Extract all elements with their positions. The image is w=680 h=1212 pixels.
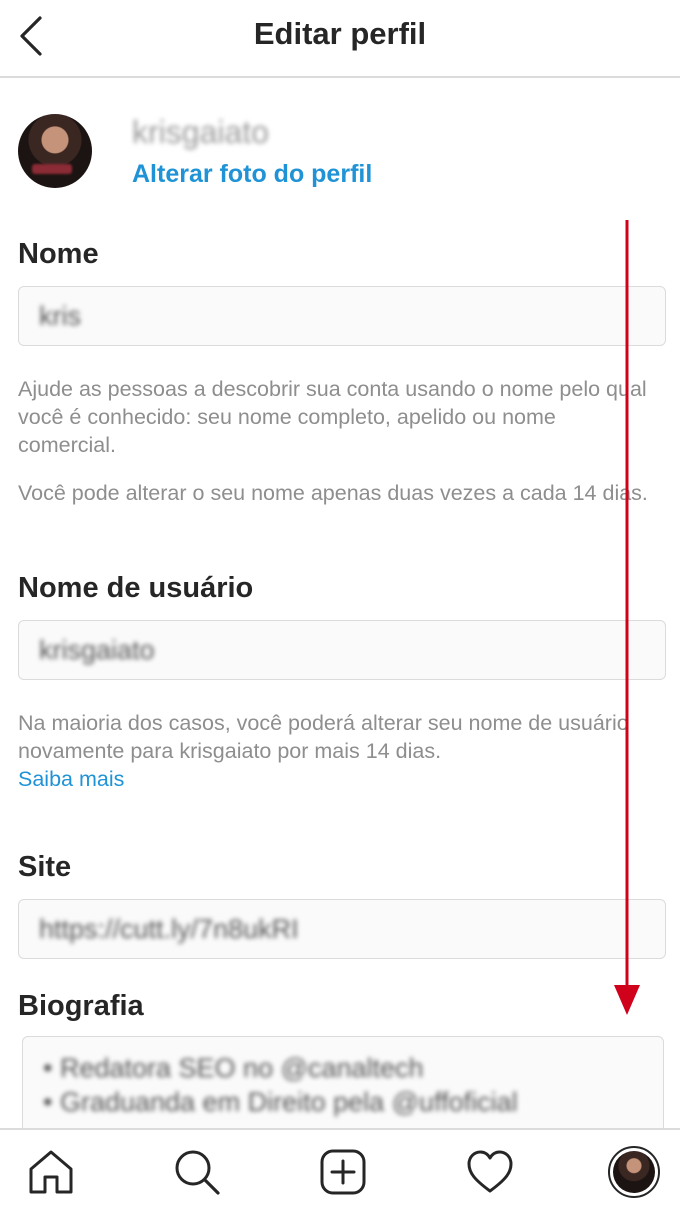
- username-field[interactable]: krisgaiato: [18, 620, 666, 680]
- profile-avatar-image: [613, 1151, 655, 1193]
- site-label: Site: [18, 851, 72, 883]
- bottom-navigation: [0, 1128, 680, 1212]
- username-help-body: Na maioria dos casos, você poderá altera…: [18, 711, 629, 763]
- nav-search[interactable]: [169, 1144, 225, 1200]
- name-field[interactable]: kris: [18, 286, 666, 346]
- nav-profile[interactable]: [606, 1144, 662, 1200]
- heart-icon: [467, 1150, 513, 1193]
- site-value: https://cutt.ly/7n8ukRI: [39, 914, 299, 944]
- top-bar: Editar perfil: [0, 0, 680, 78]
- name-help-text: Ajude as pessoas a descobrir sua conta u…: [18, 377, 647, 457]
- bio-line: • Redatora SEO no @canaltech: [43, 1053, 424, 1083]
- home-icon: [29, 1150, 73, 1194]
- name-label: Nome: [18, 238, 99, 270]
- profile-header: krisgaiato Alterar foto do perfil: [18, 114, 658, 194]
- username-help-text: Na maioria dos casos, você poderá altera…: [18, 709, 648, 793]
- name-value: kris: [39, 301, 81, 331]
- site-field[interactable]: https://cutt.ly/7n8ukRI: [18, 899, 666, 959]
- bio-label: Biografia: [18, 990, 144, 1022]
- profile-avatar: [608, 1146, 660, 1198]
- new-post-icon: [320, 1149, 366, 1195]
- nav-activity[interactable]: [462, 1144, 518, 1200]
- username-value: krisgaiato: [39, 635, 155, 665]
- search-icon: [175, 1150, 220, 1195]
- name-change-limit-text: Você pode alterar o seu nome apenas duas…: [18, 481, 648, 505]
- bio-line: • Graduanda em Direito pela @uffoficial: [43, 1087, 518, 1117]
- nav-new-post[interactable]: [315, 1144, 371, 1200]
- change-photo-link[interactable]: Alterar foto do perfil: [132, 160, 372, 189]
- nav-home[interactable]: [23, 1144, 79, 1200]
- avatar[interactable]: [18, 114, 92, 188]
- username-label: Nome de usuário: [18, 572, 254, 604]
- page-title: Editar perfil: [253, 16, 427, 51]
- learn-more-link[interactable]: Saiba mais: [18, 767, 124, 791]
- profile-username: krisgaiato: [132, 114, 269, 150]
